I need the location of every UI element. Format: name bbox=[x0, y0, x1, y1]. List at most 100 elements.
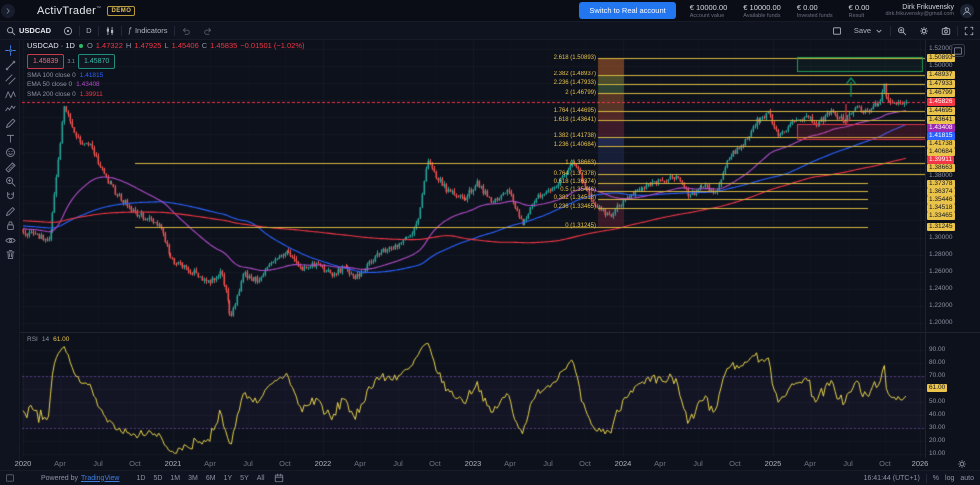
save-button[interactable]: Save bbox=[848, 26, 890, 36]
time-tick: Jul bbox=[543, 459, 553, 468]
legend-title[interactable]: USDCAD · 1D bbox=[27, 41, 75, 50]
indicators-button[interactable]: ƒ Indicators bbox=[122, 22, 174, 39]
elliott-wave-tool-icon[interactable] bbox=[3, 102, 17, 115]
price-axis[interactable]: 1.52000 1.50893 1.50000 1.48937 1.47933 1.467… bbox=[926, 40, 980, 458]
panel-toggle-icon[interactable] bbox=[5, 473, 15, 483]
range-button-6m[interactable]: 6M bbox=[203, 474, 219, 483]
buy-button[interactable]: 1.45870 bbox=[77, 54, 116, 69]
candle-style-button[interactable] bbox=[99, 22, 121, 39]
fib-level-label: 2 (1.46799) bbox=[565, 89, 596, 96]
price-line-label: 1.34518 bbox=[927, 204, 955, 213]
range-button-all[interactable]: All bbox=[254, 474, 268, 483]
price-tick: 1.28000 bbox=[929, 250, 953, 258]
account-stats: € 10000.00 Account value € 10000.00 Availab… bbox=[690, 3, 870, 19]
lock-all-tool-icon[interactable] bbox=[3, 219, 17, 232]
sidebar-expand-icon[interactable] bbox=[1, 3, 15, 18]
search-icon bbox=[6, 26, 16, 36]
price-line-label: 1.33465 bbox=[927, 212, 955, 221]
account-stat: € 10000.00 Available funds bbox=[743, 2, 781, 19]
fib-level-label: 0 (1.31245) bbox=[565, 223, 596, 230]
pane-separator[interactable] bbox=[20, 332, 980, 333]
ohlc-values: O 1.47322 H 1.47925 L 1.45406 C 1.45835 −0.0… bbox=[86, 41, 305, 50]
fullscreen-icon[interactable] bbox=[958, 26, 980, 36]
zoom-in-tool-icon[interactable] bbox=[3, 175, 17, 188]
fib-level-label: 0.764 (1.37378) bbox=[553, 170, 596, 177]
range-button-3m[interactable]: 3M bbox=[185, 474, 201, 483]
price-tick: 1.38000 bbox=[929, 172, 953, 180]
remove-all-tool-icon[interactable] bbox=[3, 248, 17, 261]
redo-icon[interactable] bbox=[197, 22, 219, 39]
clock: 16:41:44 (UTC+1) bbox=[863, 474, 920, 482]
trend-line-tool-icon[interactable] bbox=[3, 59, 17, 72]
price-tick: 1.22000 bbox=[929, 302, 953, 310]
time-axis-settings-icon[interactable] bbox=[957, 459, 967, 469]
time-tick: Oct bbox=[129, 459, 141, 468]
app-logo: ActivTrader™ bbox=[37, 4, 102, 17]
scale-mode-log[interactable]: log bbox=[945, 475, 954, 482]
drawing-pencil-tool-icon[interactable] bbox=[3, 205, 17, 218]
time-tick: Jul bbox=[243, 459, 253, 468]
range-button-1y[interactable]: 1Y bbox=[221, 474, 236, 483]
switch-to-real-button[interactable]: Switch to Real account bbox=[579, 2, 676, 19]
range-button-1d[interactable]: 1D bbox=[134, 474, 149, 483]
price-line-label: 1.41815 bbox=[927, 132, 955, 141]
measure-tool-icon[interactable] bbox=[3, 161, 17, 174]
ma-legend-row[interactable]: SMA 200 close 0 1.39911 bbox=[27, 91, 305, 98]
time-tick: Jul bbox=[693, 459, 703, 468]
emoji-tool-icon[interactable] bbox=[3, 146, 17, 159]
time-tick: Jul bbox=[93, 459, 103, 468]
chevron-down-icon bbox=[874, 26, 884, 36]
hide-all-tool-icon[interactable] bbox=[3, 234, 17, 247]
compare-button[interactable] bbox=[57, 22, 79, 39]
range-button-5d[interactable]: 5D bbox=[150, 474, 165, 483]
rsi-legend[interactable]: RSI 14 61.00 bbox=[27, 336, 69, 343]
user-info[interactable]: Dirk Frikuvensky dirk.frikuvensky@gmail.… bbox=[885, 4, 954, 17]
time-tick: Apr bbox=[54, 459, 66, 468]
price-line-label: 1.37378 bbox=[927, 180, 955, 189]
fib-level-label: 2.618 (1.50893) bbox=[553, 54, 596, 61]
range-button-1m[interactable]: 1M bbox=[167, 474, 183, 483]
crosshair-tool-icon[interactable] bbox=[3, 44, 17, 57]
price-chart-canvas[interactable] bbox=[22, 40, 925, 457]
price-tick: 1.24000 bbox=[929, 285, 953, 293]
xabcd-pattern-tool-icon[interactable] bbox=[3, 88, 17, 101]
time-tick: Jul bbox=[843, 459, 853, 468]
price-tick: 1.20000 bbox=[929, 319, 953, 327]
time-tick: 2021 bbox=[164, 459, 182, 468]
price-line-label: 1.31245 bbox=[927, 222, 955, 231]
zoom-search-icon[interactable] bbox=[891, 26, 913, 36]
time-axis[interactable]: 2020 Apr Jul Oct 2021 Apr Jul Oct 2022 Apr Jul Oct 2… bbox=[15, 457, 929, 470]
undo-icon[interactable] bbox=[175, 22, 197, 39]
timeframe-button[interactable]: D bbox=[80, 22, 97, 39]
change-value: −0.01501 (−1.02%) bbox=[240, 41, 305, 50]
time-tick: Apr bbox=[804, 459, 816, 468]
user-name: Dirk Frikuvensky bbox=[902, 4, 954, 11]
layout-icon[interactable] bbox=[826, 26, 848, 36]
range-button-5y[interactable]: 5Y bbox=[237, 474, 252, 483]
brush-tool-icon[interactable] bbox=[3, 117, 17, 130]
fib-level-label: 1.618 (1.43641) bbox=[553, 116, 596, 123]
ma-legend-row[interactable]: EMA 50 close 0 1.43408 bbox=[27, 81, 305, 88]
settings-gear-icon[interactable] bbox=[913, 26, 935, 36]
text-tool-icon[interactable] bbox=[3, 132, 17, 145]
calendar-icon[interactable] bbox=[274, 473, 284, 483]
parallel-channel-tool-icon[interactable] bbox=[3, 73, 17, 86]
rsi-tick: 50.00 bbox=[929, 398, 946, 405]
price-line-label: 1.43408 bbox=[927, 124, 955, 133]
tradingview-link[interactable]: TradingView bbox=[81, 475, 120, 482]
price-line-label: 1.45826 bbox=[927, 97, 955, 106]
time-tick: 2026 bbox=[911, 459, 929, 468]
magnet-tool-icon[interactable] bbox=[3, 190, 17, 203]
time-tick: 2024 bbox=[614, 459, 632, 468]
sell-button[interactable]: 1.45839 bbox=[27, 54, 65, 69]
screenshot-icon[interactable] bbox=[935, 26, 957, 36]
time-tick: Jul bbox=[393, 459, 403, 468]
avatar[interactable] bbox=[960, 3, 974, 18]
data-window-button[interactable] bbox=[951, 44, 965, 57]
ma-legend-row[interactable]: SMA 100 close 0 1.41815 bbox=[27, 72, 305, 79]
scale-mode-auto[interactable]: auto bbox=[960, 475, 974, 482]
symbol-search-button[interactable]: USDCAD bbox=[0, 22, 57, 39]
price-line-label: 1.35446 bbox=[927, 196, 955, 205]
scale-mode-percent[interactable]: % bbox=[933, 475, 939, 482]
time-tick: Oct bbox=[279, 459, 291, 468]
